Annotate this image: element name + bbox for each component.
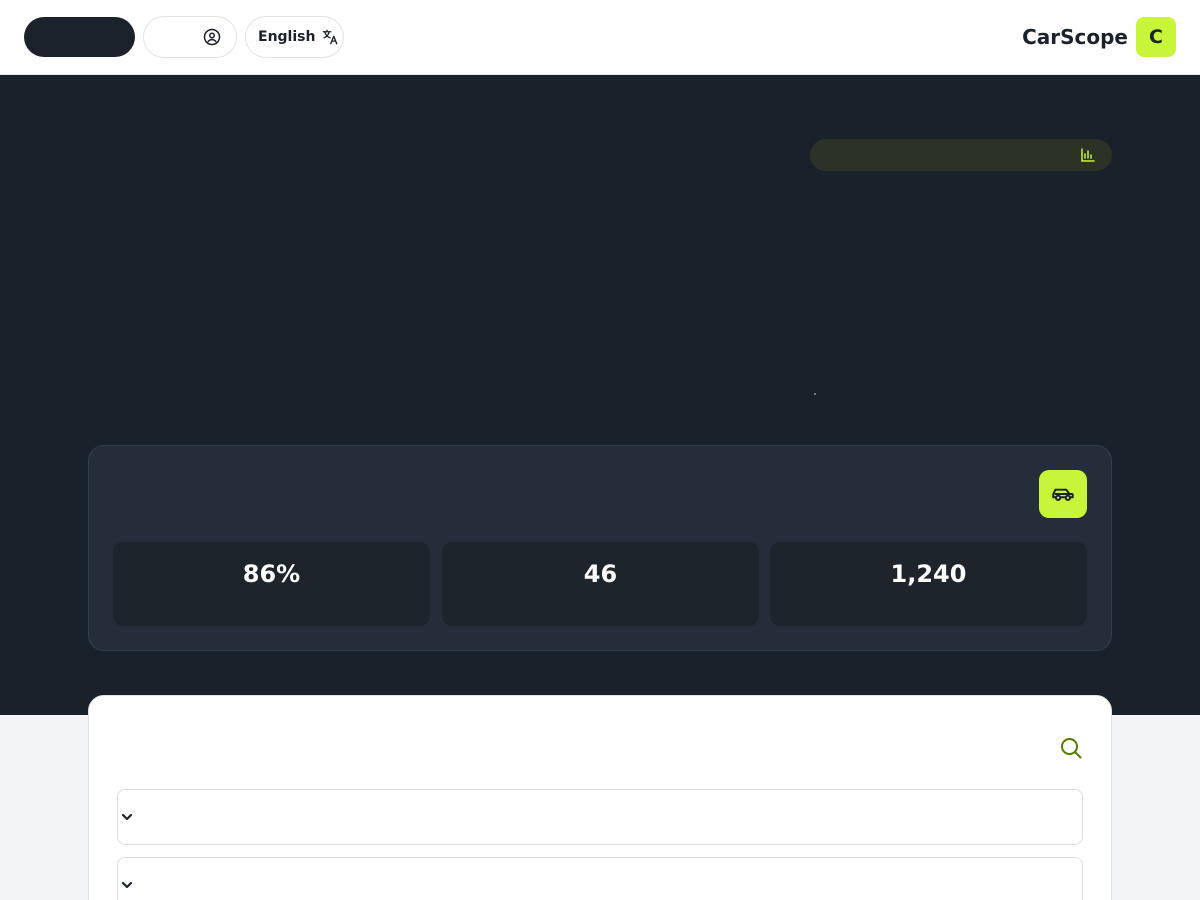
stat-box: 86% [113, 542, 430, 626]
user-circle-icon [203, 28, 221, 46]
brand[interactable]: CarScope C [1022, 17, 1176, 57]
brand-logo: C [1136, 17, 1176, 57]
stat-value: 46 [583, 560, 618, 588]
chevron-down-icon [121, 813, 133, 821]
primary-nav-button[interactable] [24, 17, 135, 57]
hero-section: 86% 46 1,240 [0, 75, 1200, 715]
account-button[interactable] [143, 16, 237, 58]
search-icon[interactable] [1059, 736, 1083, 760]
stat-value: 1,240 [890, 560, 967, 588]
car-icon [1052, 488, 1074, 501]
bar-chart-icon [1081, 148, 1095, 162]
translate-icon [323, 29, 338, 45]
stats-card: 86% 46 1,240 [88, 445, 1112, 651]
stat-box: 46 [442, 542, 759, 626]
search-card [88, 695, 1112, 900]
car-badge [1039, 470, 1087, 518]
chevron-down-icon [121, 881, 133, 889]
stat-value: 86% [242, 560, 301, 588]
stat-box: 1,240 [770, 542, 1087, 626]
hero-stats-chip[interactable] [810, 139, 1112, 171]
hero-dot [814, 393, 816, 395]
language-label: English [258, 29, 316, 45]
language-selector[interactable]: English [245, 16, 344, 58]
top-bar: English CarScope C [0, 0, 1200, 75]
filter-select[interactable] [117, 789, 1083, 845]
brand-name: CarScope [1022, 25, 1128, 49]
filter-select[interactable] [117, 857, 1083, 900]
